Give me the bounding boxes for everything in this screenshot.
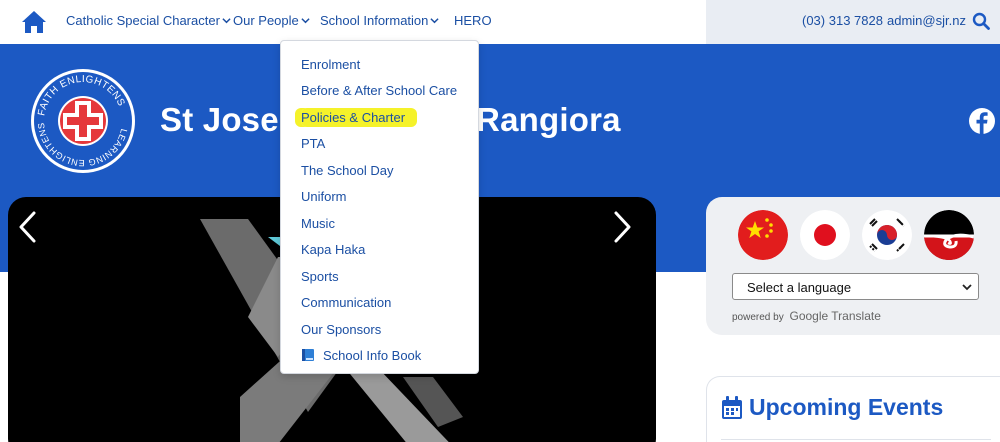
contact-bar: (03) 313 7828 admin@sjr.nz <box>706 0 1000 44</box>
japan-flag-icon[interactable] <box>800 210 850 260</box>
language-select[interactable]: Select a language <box>732 273 979 300</box>
dropdown-item-uniform[interactable]: Uniform <box>301 189 347 204</box>
maori-flag-icon[interactable] <box>924 210 974 260</box>
book-icon <box>302 349 314 361</box>
dropdown-item-school-day[interactable]: The School Day <box>301 163 394 178</box>
chevron-down-icon <box>962 284 972 291</box>
nav-label: School Information <box>320 13 429 28</box>
chevron-down-icon <box>430 13 440 28</box>
translate-panel: Select a language powered by Google Tran… <box>706 197 1000 335</box>
search-icon[interactable] <box>972 12 990 30</box>
phone-link[interactable]: (03) 313 7828 <box>802 13 883 28</box>
top-navigation: Catholic Special Character Our People Sc… <box>8 0 706 44</box>
facebook-icon[interactable] <box>968 107 996 135</box>
chevron-down-icon <box>222 13 231 28</box>
nav-school-information[interactable]: School Information <box>320 13 440 28</box>
powered-by-label: powered by <box>732 312 784 323</box>
school-information-dropdown: Enrolment Before & After School Care Pol… <box>280 40 479 374</box>
google-translate-brand: Google Translate <box>789 309 881 323</box>
dropdown-item-communication[interactable]: Communication <box>301 295 391 310</box>
upcoming-events-title: Upcoming Events <box>749 394 944 420</box>
upcoming-events-panel: Upcoming Events <box>706 376 1000 442</box>
chevron-right-icon[interactable] <box>612 210 634 244</box>
school-logo: FAITH ENLIGHTENS LEARNING ENLIGHTENS <box>31 69 135 173</box>
dropdown-item-our-sponsors[interactable]: Our Sponsors <box>301 322 381 337</box>
dropdown-item-policies-charter[interactable]: Policies & Charter <box>301 108 418 127</box>
chevron-down-icon <box>301 13 310 28</box>
nav-label: HERO <box>454 13 492 28</box>
dropdown-item-before-after-school-care[interactable]: Before & After School Care <box>301 83 457 98</box>
nav-label: Our People <box>233 13 299 28</box>
divider <box>721 439 991 440</box>
korea-flag-icon[interactable] <box>862 210 912 260</box>
nav-label: Catholic Special Character <box>66 13 220 28</box>
dropdown-item-sports[interactable]: Sports <box>301 269 339 284</box>
dropdown-item-school-info-book[interactable]: School Info Book <box>301 348 421 363</box>
home-icon[interactable] <box>20 9 48 35</box>
nav-hero[interactable]: HERO <box>454 13 492 28</box>
powered-by-google[interactable]: powered by Google Translate <box>732 309 881 323</box>
nav-our-people[interactable]: Our People <box>233 13 310 28</box>
calendar-icon <box>722 396 742 419</box>
china-flag-icon[interactable] <box>738 210 788 260</box>
email-link[interactable]: admin@sjr.nz <box>887 13 966 28</box>
dropdown-item-enrolment[interactable]: Enrolment <box>301 57 360 72</box>
nav-catholic-special-character[interactable]: Catholic Special Character <box>66 13 231 28</box>
chevron-left-icon[interactable] <box>16 210 38 244</box>
language-select-value: Select a language <box>747 280 852 295</box>
dropdown-item-kapa-haka[interactable]: Kapa Haka <box>301 242 365 257</box>
dropdown-item-music[interactable]: Music <box>301 216 335 231</box>
dropdown-item-pta[interactable]: PTA <box>301 136 325 151</box>
